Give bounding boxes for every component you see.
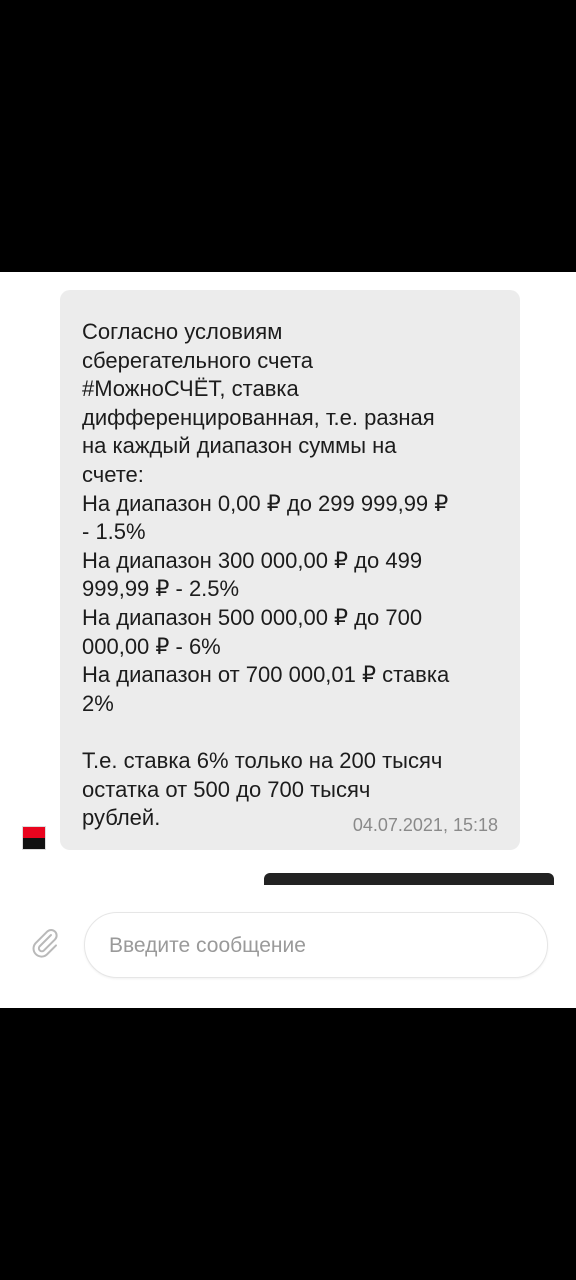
message-line: счете: xyxy=(82,461,144,487)
message-line: На диапазон 300 000,00 ₽ до 499 xyxy=(82,547,423,573)
outgoing-message-edge xyxy=(264,873,554,885)
message-line: На диапазон 500 000,00 ₽ до 700 xyxy=(82,604,423,630)
bank-logo-icon xyxy=(22,826,46,850)
message-line: Согласно условиям xyxy=(82,319,283,344)
message-line: сберегательного счета xyxy=(82,347,314,373)
paperclip-icon[interactable] xyxy=(26,924,62,960)
message-line: 000,00 ₽ - 6% xyxy=(82,633,221,659)
message-line: #МожноСЧЁТ, ставка xyxy=(82,376,299,402)
message-line: На диапазон 0,00 ₽ до 299 999,99 ₽ xyxy=(82,490,449,516)
incoming-message-bubble: Согласно условиям сберегательного счета … xyxy=(60,290,520,850)
screen: Согласно условиям сберегательного счета … xyxy=(0,0,576,1280)
message-line: 999,99 ₽ - 2.5% xyxy=(82,576,240,602)
message-line: на каждый диапазон суммы на xyxy=(82,433,397,459)
message-line: На диапазон от 700 000,01 ₽ ставка xyxy=(82,662,450,688)
logo-black-half xyxy=(23,838,45,849)
message-line: 2% xyxy=(82,690,114,716)
message-line: остатка от 500 до 700 тысяч xyxy=(82,776,371,802)
message-line: - 1.5% xyxy=(82,519,146,545)
paperclip-glyph xyxy=(32,929,58,958)
message-timestamp: 04.07.2021, 15:18 xyxy=(352,815,498,835)
message-input[interactable] xyxy=(107,913,531,979)
message-line: дифференцированная, т.е. разная xyxy=(82,404,435,430)
logo-red-half xyxy=(23,827,45,838)
chat-area: Согласно условиям сберегательного счета … xyxy=(0,272,576,1008)
message-composer[interactable] xyxy=(84,912,548,979)
message-line: Т.е. ставка 6% только на 200 тысяч xyxy=(82,747,443,773)
